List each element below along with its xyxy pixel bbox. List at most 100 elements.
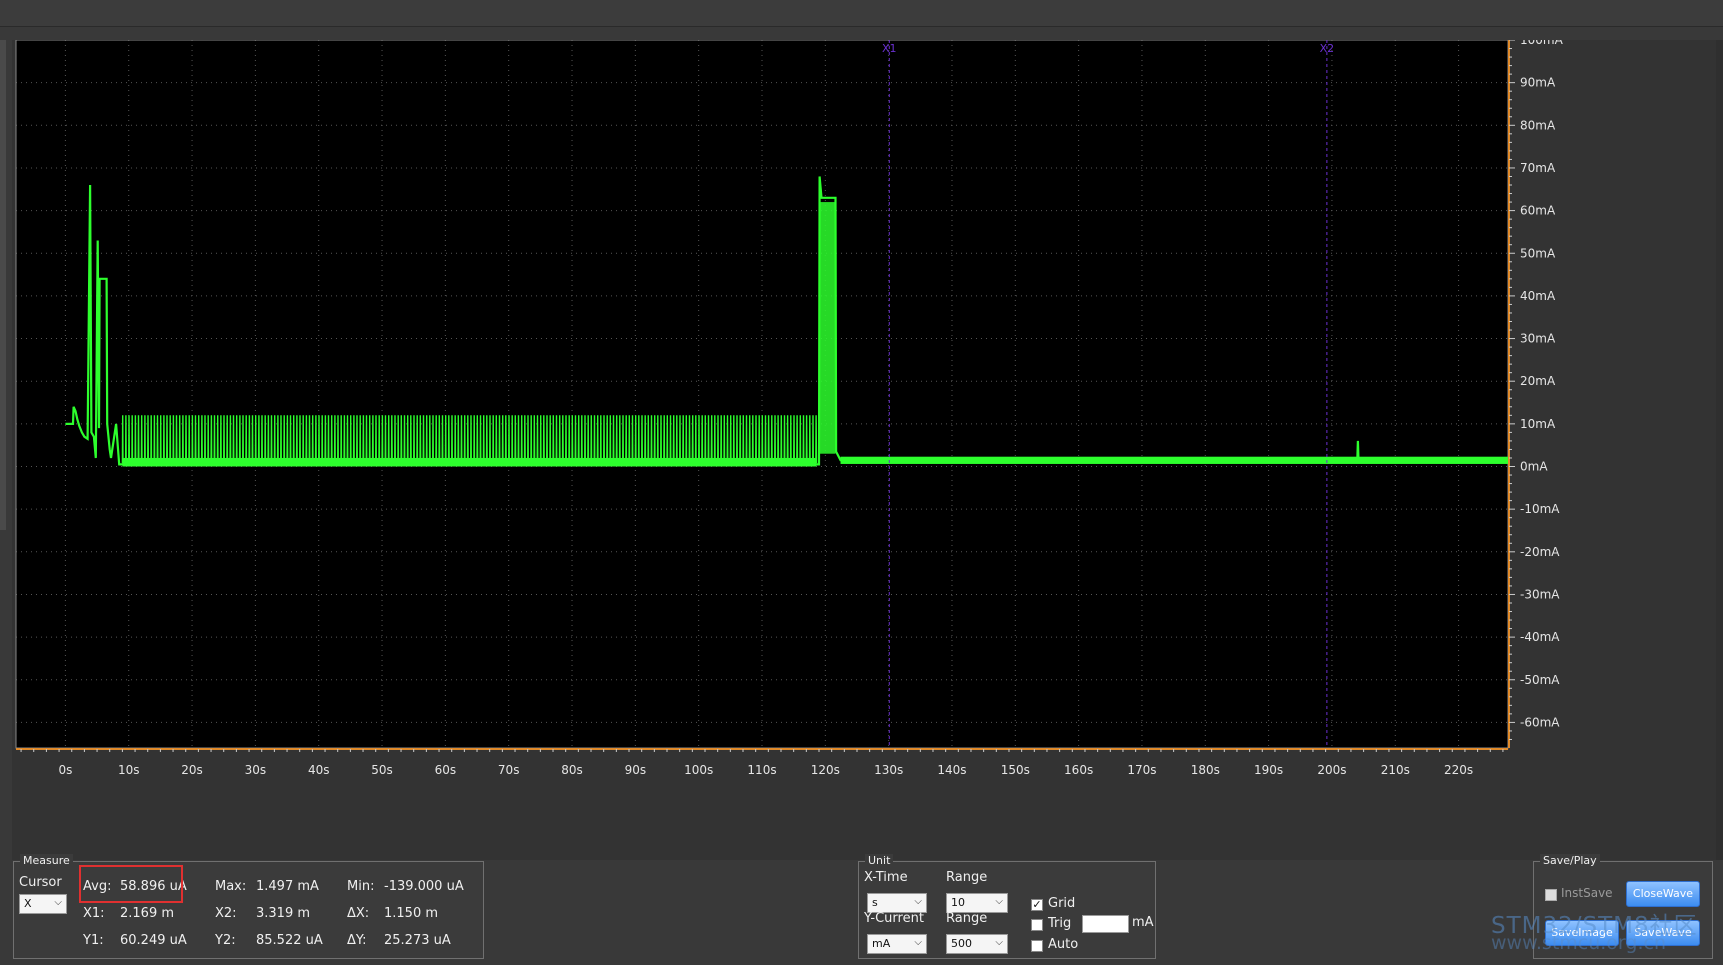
dx-label: ΔX: [347, 906, 370, 921]
y-tick-label: 0mA [1520, 460, 1548, 474]
x-tick-label: 100s [684, 763, 713, 777]
current-waveform-chart[interactable]: 0s 10s 20s 30s 40s 50s 60s 70s 80s 90s 100s 110s 120… [12, 40, 1723, 860]
y-tick-label: -10mA [1520, 502, 1560, 516]
y-current-select[interactable]: mA ⌵ [867, 934, 927, 954]
x-tick-label: 200s [1317, 763, 1346, 777]
avg-highlight-box [79, 865, 183, 903]
y-tick-label: -30mA [1520, 587, 1560, 601]
y-tick-label: -50mA [1520, 673, 1560, 687]
y-tick-label: 40mA [1520, 289, 1556, 303]
plot-background [16, 40, 1508, 748]
x-tick-label: 220s [1444, 763, 1473, 777]
cursor-label: Cursor [19, 875, 62, 890]
cursor-label-x2: X2 [1320, 42, 1335, 55]
x2-value: 3.319 m [256, 906, 311, 921]
y-tick-label: 90mA [1520, 76, 1556, 90]
cursor-select[interactable]: X ⌵ [19, 894, 67, 914]
y-current-select-value: mA [872, 937, 891, 950]
plot-frame: 0s 10s 20s 30s 40s 50s 60s 70s 80s 90s 100s 110s 120… [12, 40, 1723, 860]
x-tick-label: 40s [308, 763, 330, 777]
instsave-checkbox[interactable] [1545, 889, 1557, 901]
x-tick-label: 20s [181, 763, 203, 777]
y1-label: Y1: [83, 933, 104, 948]
x-tick-label: 130s [874, 763, 903, 777]
x-tick-label: 90s [625, 763, 647, 777]
x-tick-label: 160s [1064, 763, 1093, 777]
y-tick-label: 10mA [1520, 417, 1556, 431]
save-play-title: Save/Play [1540, 854, 1600, 867]
watermark-url: www.stmcu.org.cn [1491, 932, 1666, 954]
grid-label: Grid [1048, 896, 1076, 911]
min-label: Min: [347, 879, 375, 894]
unit-panel: Unit X-Time s ⌵ Range 10 ⌵ Y-Current mA … [858, 854, 1156, 959]
window-top-bar [0, 0, 1723, 27]
y-tick-label: 20mA [1520, 374, 1556, 388]
unit-title: Unit [865, 854, 894, 867]
x-tick-label: 210s [1381, 763, 1410, 777]
x-tick-label: 180s [1191, 763, 1220, 777]
auto-checkbox[interactable] [1031, 940, 1043, 952]
y-range-select-value: 500 [951, 937, 972, 950]
x-tick-label: 170s [1127, 763, 1156, 777]
y-tick-label: 100mA [1520, 40, 1564, 47]
y2-label: Y2: [215, 933, 236, 948]
x-tick-label: 60s [435, 763, 457, 777]
close-wave-button[interactable]: CloseWave [1626, 881, 1700, 907]
max-label: Max: [215, 879, 247, 894]
dy-label: ΔY: [347, 933, 367, 948]
x-tick-label: 10s [118, 763, 140, 777]
x-range-select[interactable]: 10 ⌵ [946, 893, 1008, 913]
max-value: 1.497 mA [256, 879, 319, 894]
x-tick-label: 50s [371, 763, 393, 777]
trace-idle-band [840, 456, 1508, 464]
x-tick-label: 80s [561, 763, 583, 777]
dx-value: 1.150 m [384, 906, 439, 921]
instsave-label: InstSave [1561, 886, 1613, 900]
measure-title: Measure [20, 854, 73, 867]
chevron-down-icon: ⌵ [995, 896, 1003, 907]
y1-value: 60.249 uA [120, 933, 187, 948]
y-tick-label: -20mA [1520, 545, 1560, 559]
trig-checkbox[interactable] [1031, 919, 1043, 931]
right-edge [1716, 40, 1723, 860]
x-tick-label: 30s [245, 763, 267, 777]
grid-checkbox[interactable]: ✓ [1031, 899, 1043, 911]
x-tick-label: 70s [498, 763, 520, 777]
x-range-label: Range [946, 870, 988, 885]
trig-unit-label: mA [1132, 915, 1154, 930]
y-tick-label: -40mA [1520, 630, 1560, 644]
x-tick-label: 120s [811, 763, 840, 777]
x-time-label: X-Time [864, 870, 908, 885]
x-tick-label: 110s [747, 763, 776, 777]
y-tick-label: 60mA [1520, 204, 1556, 218]
y-tick-label: 30mA [1520, 332, 1556, 346]
x-tick-label: 140s [937, 763, 966, 777]
min-value: -139.000 uA [384, 879, 464, 894]
y-tick-label: 70mA [1520, 161, 1556, 175]
y-range-label: Range [946, 911, 988, 926]
x-time-select[interactable]: s ⌵ [867, 893, 927, 913]
auto-label: Auto [1048, 937, 1079, 952]
y-current-label: Y-Current [864, 911, 924, 926]
y-tick-label: 50mA [1520, 246, 1556, 260]
x-time-select-value: s [872, 896, 878, 909]
left-side-strip [0, 40, 6, 530]
chevron-down-icon: ⌵ [54, 897, 62, 908]
x1-label: X1: [83, 906, 105, 921]
y-range-select[interactable]: 500 ⌵ [946, 934, 1008, 954]
x1-value: 2.169 m [120, 906, 175, 921]
y2-value: 85.522 uA [256, 933, 323, 948]
dy-value: 25.273 uA [384, 933, 451, 948]
x2-label: X2: [215, 906, 237, 921]
trig-label: Trig [1048, 916, 1072, 931]
trig-value-input[interactable] [1082, 915, 1129, 933]
x-tick-label: 190s [1254, 763, 1283, 777]
chevron-down-icon: ⌵ [914, 896, 922, 907]
trace-high-burst [819, 202, 836, 454]
chevron-down-icon: ⌵ [914, 937, 922, 948]
chevron-down-icon: ⌵ [995, 937, 1003, 948]
cursor-select-value: X [24, 897, 32, 910]
x-range-select-value: 10 [951, 896, 965, 909]
x-tick-label: 0s [58, 763, 72, 777]
y-tick-label: -60mA [1520, 715, 1560, 729]
